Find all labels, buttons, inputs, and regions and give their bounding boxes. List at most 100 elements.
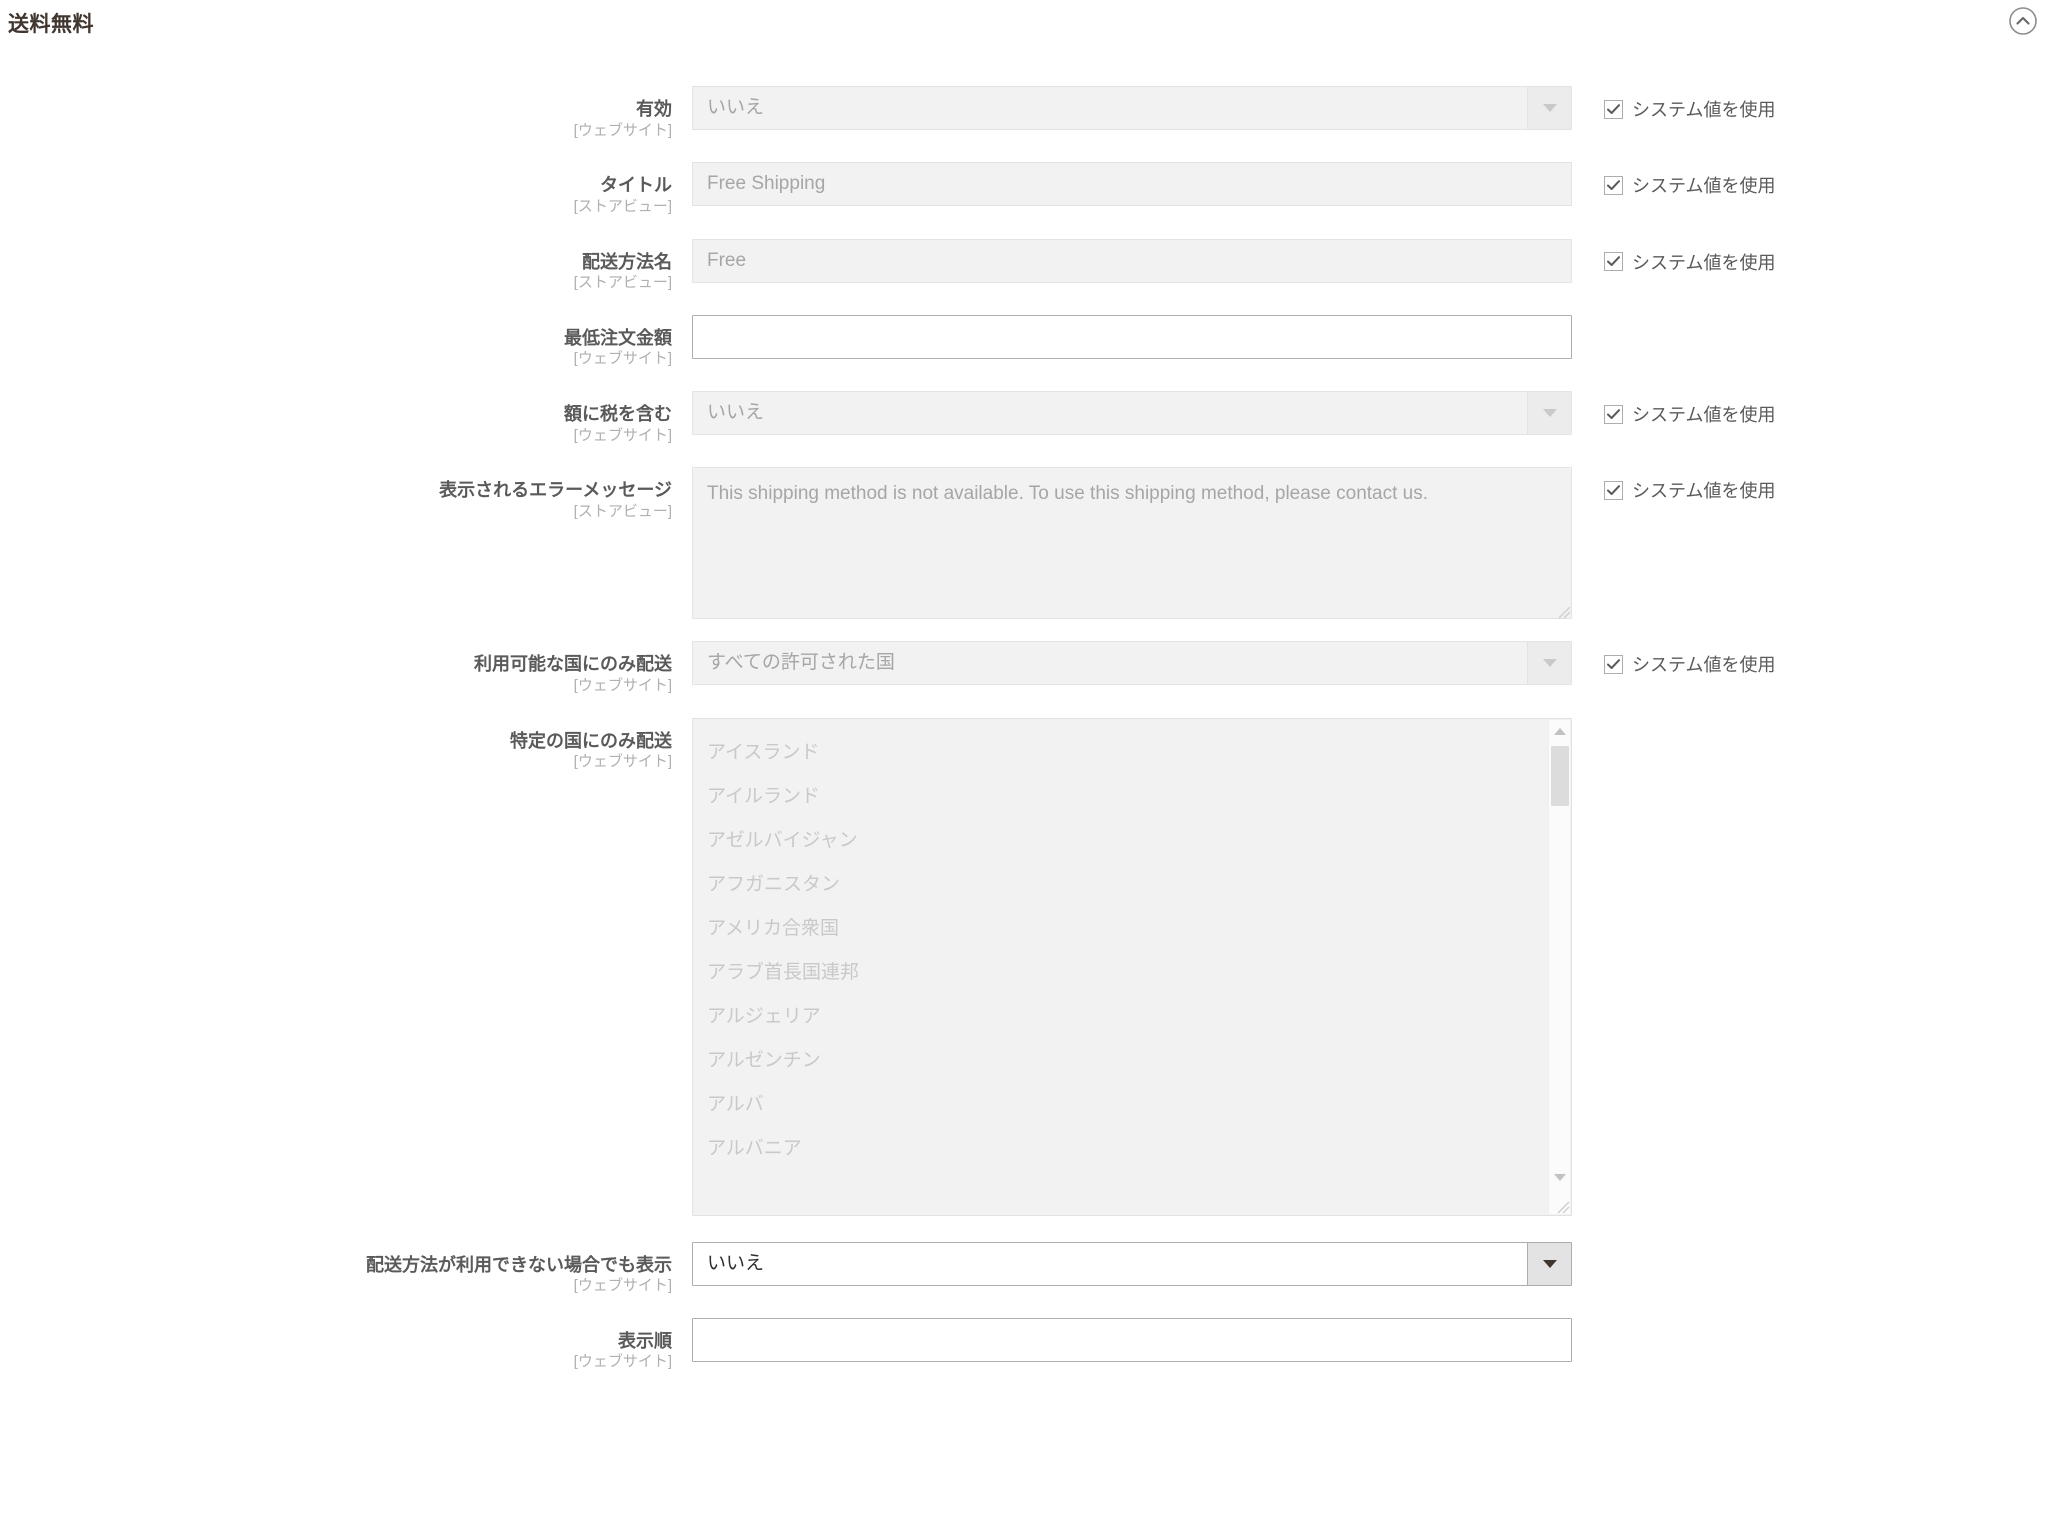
- field-control-active: いいえ システム値を使用: [692, 86, 1775, 130]
- show-method-if-not-applicable-value: いいえ: [692, 1241, 1572, 1286]
- country-option[interactable]: アメリカ合衆国: [693, 907, 1571, 951]
- field-label-text: 額に税を含む: [564, 404, 672, 424]
- country-option[interactable]: アイスランド: [693, 731, 1571, 775]
- chevron-down-icon: [1527, 1242, 1571, 1285]
- active-select-value: いいえ: [692, 86, 1572, 130]
- country-option[interactable]: アルバニア: [693, 1127, 1571, 1171]
- use-system-value-active[interactable]: システム値を使用: [1604, 96, 1775, 122]
- ship-to-specific-countries-listbox[interactable]: アイスランド アイルランド アゼルバイジャン アフガニスタン アメリカ合衆国 アラブ首長国…: [692, 717, 1572, 1216]
- field-label-text: 有効: [636, 99, 672, 119]
- field-control-show-method-if-not-applicable: いいえ: [692, 1241, 1572, 1286]
- field-label-text: 表示されるエラーメッセージ: [439, 480, 672, 501]
- country-option[interactable]: アルゼンチン: [693, 1039, 1571, 1083]
- field-scope-text: [ウェブサイト]: [573, 426, 672, 444]
- field-label-show-method-if-not-applicable: 配送方法が利用できない場合でも表示 [ウェブサイト]: [0, 1242, 692, 1296]
- chevron-up-circle-icon[interactable]: [2006, 4, 2040, 38]
- field-label-ship-to-applicable-countries: 利用可能な国にのみ配送 [ウェブサイト]: [0, 641, 692, 695]
- use-system-value-label: システム値を使用: [1632, 252, 1776, 273]
- scroll-down-arrow-icon[interactable]: [1549, 1168, 1571, 1188]
- use-system-value-method-name[interactable]: システム値を使用: [1604, 249, 1775, 275]
- field-label-text: 特定の国にのみ配送: [510, 730, 672, 751]
- use-system-value-error-message[interactable]: システム値を使用: [1604, 477, 1775, 503]
- title-input[interactable]: Free Shipping: [692, 162, 1572, 207]
- checkbox-checked-icon[interactable]: [1604, 252, 1623, 271]
- field-label-text: 最低注文金額: [564, 327, 672, 348]
- field-control-ship-to-applicable-countries: すべての許可された国 システム値を使用: [692, 641, 1775, 686]
- ship-to-applicable-countries-select[interactable]: すべての許可された国: [692, 641, 1572, 686]
- chevron-down-icon: [1527, 392, 1571, 434]
- checkbox-checked-icon[interactable]: [1604, 99, 1623, 119]
- field-row-ship-to-applicable-countries: 利用可能な国にのみ配送 [ウェブサイト] すべての許可された国 システム値を使用: [0, 641, 2048, 695]
- field-label-error-message: 表示されるエラーメッセージ [ストアビュー]: [0, 467, 692, 521]
- country-option[interactable]: アラブ首長国連邦: [693, 951, 1571, 995]
- field-scope-text: [ストアビュー]: [573, 502, 672, 520]
- country-option[interactable]: アイルランド: [693, 775, 1571, 819]
- listbox-scrollbar[interactable]: [1548, 719, 1571, 1214]
- field-control-ship-to-specific-countries: アイスランド アイルランド アゼルバイジャン アフガニスタン アメリカ合衆国 アラブ首長国…: [692, 717, 1572, 1216]
- field-label-text: 配送方法が利用できない場合でも表示: [366, 1254, 672, 1275]
- field-scope-text: [ストアビュー]: [573, 274, 672, 291]
- field-label-text: 配送方法名: [582, 251, 672, 272]
- use-system-value-title[interactable]: システム値を使用: [1604, 172, 1775, 198]
- field-scope-text: [ウェブサイト]: [573, 1277, 672, 1294]
- show-method-if-not-applicable-select[interactable]: いいえ: [692, 1241, 1572, 1286]
- field-label-text: 利用可能な国にのみ配送: [474, 654, 672, 675]
- chevron-down-icon: [1527, 642, 1571, 685]
- country-option[interactable]: アフガニスタン: [693, 863, 1571, 907]
- chevron-down-icon: [1527, 87, 1571, 129]
- field-row-minimum-order-amount: 最低注文金額 [ウェブサイト]: [0, 314, 2048, 369]
- field-row-title: タイトル [ストアビュー] Free Shipping システム値を使用: [0, 162, 2048, 216]
- include-tax-in-amount-select[interactable]: いいえ: [692, 391, 1572, 435]
- field-scope-text: [ウェブサイト]: [573, 1353, 672, 1371]
- use-system-value-label: システム値を使用: [1632, 655, 1776, 676]
- error-message-textarea[interactable]: This shipping method is not available. T…: [692, 467, 1572, 620]
- minimum-order-amount-input[interactable]: [692, 314, 1572, 359]
- country-option[interactable]: アルバ: [693, 1083, 1571, 1127]
- field-control-title: Free Shipping システム値を使用: [692, 162, 1775, 207]
- field-scope-text: [ストアビュー]: [573, 197, 672, 215]
- use-system-value-include-tax-in-amount[interactable]: システム値を使用: [1604, 401, 1775, 427]
- config-form: 有効 [ウェブサイト] いいえ システム値を使用 タイトル [ストアビュー] F…: [0, 56, 2048, 1372]
- page-title: 送料無料: [8, 13, 94, 36]
- section-header: 送料無料: [0, 0, 2048, 56]
- sort-order-input[interactable]: [692, 1317, 1572, 1362]
- field-control-sort-order: [692, 1317, 1572, 1362]
- scroll-up-arrow-icon[interactable]: [1549, 722, 1571, 742]
- use-system-value-label: システム値を使用: [1632, 176, 1776, 197]
- checkbox-checked-icon[interactable]: [1604, 654, 1623, 674]
- field-label-method-name: 配送方法名 [ストアビュー]: [0, 239, 692, 293]
- field-control-method-name: Free システム値を使用: [692, 238, 1775, 283]
- checkbox-checked-icon[interactable]: [1604, 175, 1623, 195]
- active-select[interactable]: いいえ: [692, 86, 1572, 130]
- include-tax-in-amount-value: いいえ: [692, 391, 1572, 435]
- field-label-text: タイトル: [600, 175, 672, 196]
- field-label-active: 有効 [ウェブサイト]: [0, 86, 692, 140]
- field-label-ship-to-specific-countries: 特定の国にのみ配送 [ウェブサイト]: [0, 718, 692, 772]
- field-label-title: タイトル [ストアビュー]: [0, 162, 692, 216]
- field-scope-text: [ウェブサイト]: [573, 676, 672, 694]
- field-row-sort-order: 表示順 [ウェブサイト]: [0, 1317, 2048, 1372]
- use-system-value-label: システム値を使用: [1632, 100, 1776, 120]
- field-row-error-message: 表示されるエラーメッセージ [ストアビュー] This shipping met…: [0, 467, 2048, 620]
- field-control-minimum-order-amount: [692, 314, 1572, 359]
- checkbox-checked-icon[interactable]: [1604, 480, 1623, 500]
- use-system-value-label: システム値を使用: [1632, 481, 1776, 502]
- ship-to-applicable-countries-value: すべての許可された国: [692, 641, 1572, 686]
- free-shipping-config-section: 送料無料 有効 [ウェブサイト] いいえ システム値を使用 タイトル [ストアビ…: [0, 0, 2048, 1516]
- field-label-sort-order: 表示順 [ウェブサイト]: [0, 1318, 692, 1372]
- scrollbar-thumb[interactable]: [1551, 745, 1569, 806]
- country-option[interactable]: アルジェリア: [693, 995, 1571, 1039]
- field-label-text: 表示順: [618, 1330, 672, 1351]
- country-option[interactable]: アゼルバイジャン: [693, 819, 1571, 863]
- field-row-include-tax-in-amount: 額に税を含む [ウェブサイト] いいえ システム値を使用: [0, 391, 2048, 445]
- use-system-value-label: システム値を使用: [1632, 405, 1776, 425]
- use-system-value-ship-to-applicable-countries[interactable]: システム値を使用: [1604, 651, 1775, 677]
- field-scope-text: [ウェブサイト]: [573, 350, 672, 368]
- field-row-show-method-if-not-applicable: 配送方法が利用できない場合でも表示 [ウェブサイト] いいえ: [0, 1241, 2048, 1296]
- checkbox-checked-icon[interactable]: [1604, 404, 1623, 424]
- field-scope-text: [ウェブサイト]: [573, 753, 672, 770]
- country-option-list: アイスランド アイルランド アゼルバイジャン アフガニスタン アメリカ合衆国 アラブ首長国…: [693, 719, 1571, 1171]
- method-name-input[interactable]: Free: [692, 238, 1572, 283]
- field-row-active: 有効 [ウェブサイト] いいえ システム値を使用: [0, 86, 2048, 140]
- field-label-include-tax-in-amount: 額に税を含む [ウェブサイト]: [0, 391, 692, 445]
